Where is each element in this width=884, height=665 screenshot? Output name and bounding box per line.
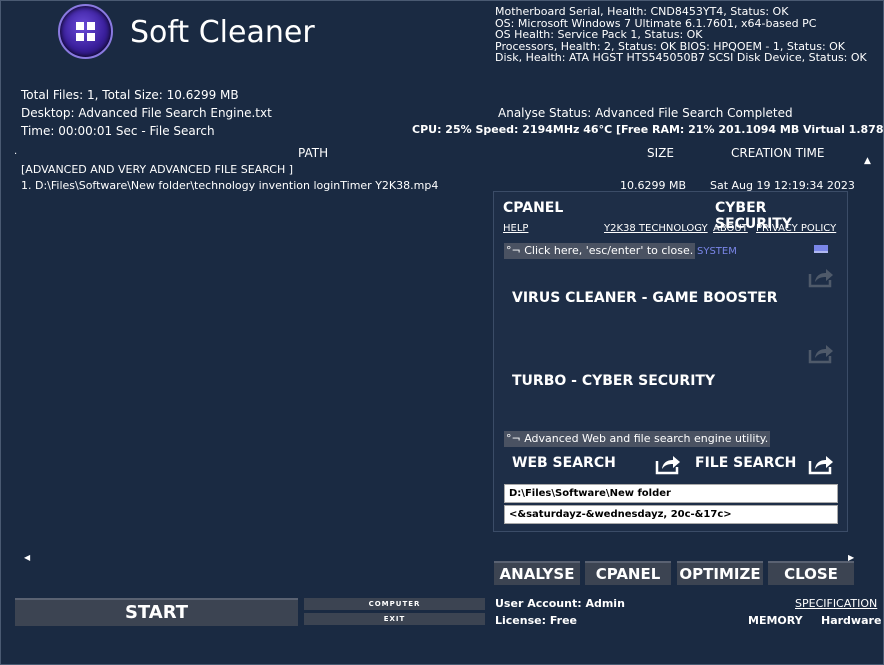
creation-time-column-header[interactable]: CREATION TIME [731, 146, 825, 160]
size-column-header[interactable]: SIZE [647, 146, 674, 160]
header-separator: . [14, 146, 18, 157]
start-button[interactable]: START [15, 598, 298, 626]
analyse-button[interactable]: ANALYSE [494, 561, 580, 585]
total-files-summary: Total Files: 1, Total Size: 10.6299 MB [21, 88, 239, 102]
app-logo-icon [58, 4, 113, 59]
cpu-status: CPU: 25% Speed: 2194MHz 46°C [Free RAM: … [412, 123, 884, 136]
scroll-up-arrow-icon[interactable]: ▲ [864, 156, 871, 166]
system-label[interactable]: SYSTEM [697, 246, 737, 257]
search-time: Time: 00:00:01 Sec - File Search [21, 124, 215, 138]
help-link[interactable]: HELP [503, 223, 528, 234]
share-icon[interactable] [808, 266, 834, 288]
close-button[interactable]: CLOSE [768, 561, 854, 585]
file-search-share-icon[interactable] [808, 453, 834, 475]
table-row-path[interactable]: 1. D:\Files\Software\New folder\technolo… [21, 179, 438, 192]
y2k38-technology-link[interactable]: Y2K38 TECHNOLOGY [604, 223, 708, 234]
laptop-icon[interactable] [814, 245, 828, 253]
web-search-label[interactable]: WEB SEARCH [512, 455, 616, 471]
hardware-label[interactable]: Hardware [821, 614, 881, 627]
system-info-line: Motherboard Serial, Health: CND8453YT4, … [495, 5, 789, 18]
system-info-line: Disk, Health: ATA HGST HTS545050B7 SCSI … [495, 51, 867, 64]
license: License: Free [495, 614, 577, 627]
app-title: Soft Cleaner [130, 15, 315, 50]
search-path-input[interactable] [504, 484, 838, 503]
scroll-left-arrow-icon[interactable]: ◀ [24, 553, 30, 562]
search-query-input[interactable] [504, 505, 838, 524]
computer-button[interactable]: COMPUTER [304, 598, 485, 610]
close-hint-bar[interactable]: °¬ Click here, 'esc/enter' to close. [504, 243, 696, 259]
search-section-label: [ADVANCED AND VERY ADVANCED FILE SEARCH … [21, 163, 294, 176]
utility-hint-bar: °¬ Advanced Web and file search engine u… [504, 431, 771, 447]
share-icon[interactable] [808, 342, 834, 364]
privacy-policy-link[interactable]: PRIVACY POLICY [756, 223, 836, 234]
desktop-file: Desktop: Advanced File Search Engine.txt [21, 106, 272, 120]
exit-button[interactable]: EXIT [304, 613, 485, 625]
turbo-cyber-title[interactable]: TURBO - CYBER SECURITY [512, 373, 715, 389]
virus-cleaner-title[interactable]: VIRUS CLEANER - GAME BOOSTER [512, 290, 778, 306]
cpanel-button[interactable]: CPANEL [585, 561, 671, 585]
web-search-share-icon[interactable] [655, 453, 681, 475]
specification-link[interactable]: SPECIFICATION [795, 597, 877, 610]
memory-label[interactable]: MEMORY [748, 614, 803, 627]
system-info-line: OS Health: Service Pack 1, Status: OK [495, 28, 703, 41]
optimize-button[interactable]: OPTIMIZE [677, 561, 763, 585]
cpanel-title: CPANEL [503, 200, 564, 216]
cpanel-overlay: CPANEL CYBER SECURITY HELP Y2K38 TECHNOL… [493, 191, 848, 532]
file-search-label[interactable]: FILE SEARCH [695, 455, 796, 471]
user-account: User Account: Admin [495, 597, 625, 610]
system-info: Motherboard Serial, Health: CND8453YT4, … [495, 6, 875, 64]
about-link[interactable]: ABOUT [713, 223, 748, 234]
analyse-status: Analyse Status: Advanced File Search Com… [498, 106, 793, 120]
path-column-header[interactable]: PATH [298, 146, 328, 160]
